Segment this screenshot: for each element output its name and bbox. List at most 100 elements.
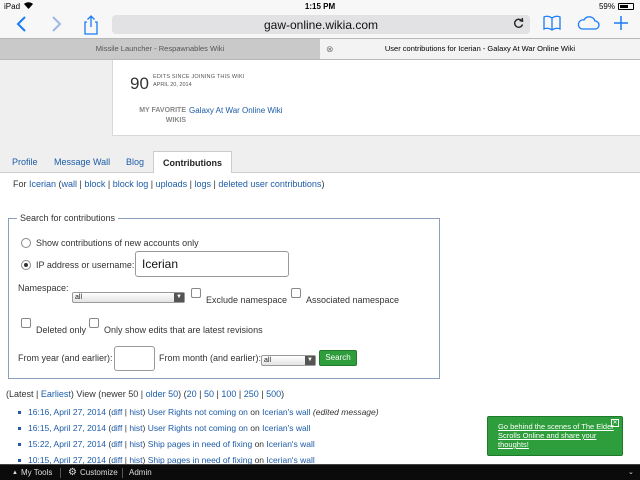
page-link[interactable]: Ship pages in need of fixing — [148, 436, 252, 452]
search-button[interactable]: Search — [319, 350, 357, 366]
list-item: 15:22, April 27, 2014 (diff | hist) Ship… — [18, 436, 379, 452]
search-contributions-form: Search for contributions Show contributi… — [8, 213, 440, 379]
wall-link[interactable]: Icerian's wall — [266, 436, 314, 452]
divider — [60, 468, 61, 478]
year-input[interactable] — [114, 346, 155, 371]
back-icon[interactable] — [10, 15, 32, 35]
associated-namespace-checkbox[interactable] — [291, 288, 301, 298]
exclude-namespace-option[interactable]: Exclude namespace — [191, 287, 287, 305]
promo-banner[interactable]: Go behind the scenes of The Elder Scroll… — [487, 416, 623, 456]
battery-icon — [618, 3, 634, 10]
clock: 1:15 PM — [304, 2, 336, 11]
edits-date: APRIL 20, 2014 — [153, 82, 192, 88]
pager-text: ) View (newer 50 | — [70, 389, 146, 399]
browser-tab-user-contributions[interactable]: ⊗ User contributions for Icerian - Galax… — [320, 39, 640, 59]
username-input[interactable]: Icerian — [135, 251, 289, 277]
bullet-icon — [18, 442, 21, 446]
diff-link[interactable]: diff — [111, 404, 122, 420]
block-link[interactable]: block — [84, 179, 105, 189]
contributions-list: 16:16, April 27, 2014 (diff | hist) User… — [18, 404, 379, 468]
associated-namespace-option[interactable]: Associated namespace — [291, 287, 399, 305]
limit-20-link[interactable]: 20 — [187, 389, 197, 399]
dropdown-arrow-icon: ▼ — [305, 356, 315, 365]
collapse-toolbar-icon[interactable]: ⌄ — [628, 468, 634, 476]
year-label: From year (and earlier): — [18, 353, 113, 363]
new-accounts-radio[interactable] — [21, 238, 31, 248]
hist-link[interactable]: hist — [129, 436, 142, 452]
divider — [122, 468, 123, 478]
wall-link[interactable]: Icerian's wall — [262, 420, 310, 436]
user-links-line: For Icerian (wall | block | block log | … — [13, 179, 325, 189]
share-icon[interactable] — [80, 15, 102, 35]
my-tools-menu[interactable]: ▲ My Tools — [12, 468, 52, 477]
profile-tabs: Profile Message Wall Blog Contributions — [0, 151, 640, 174]
page-link[interactable]: User Rights not coming on — [148, 404, 248, 420]
limit-500-link[interactable]: 500 — [266, 389, 281, 399]
month-value: all — [264, 357, 272, 364]
on-text: on — [250, 423, 260, 433]
reload-icon[interactable] — [513, 17, 524, 32]
bullet-icon — [18, 458, 21, 462]
bullet-icon — [18, 410, 21, 414]
tab-blog[interactable]: Blog — [126, 151, 144, 173]
wall-link[interactable]: wall — [62, 179, 78, 189]
close-icon[interactable]: ✕ — [611, 419, 619, 427]
cloud-tabs-icon[interactable] — [574, 15, 602, 35]
browser-tab-missile-launcher[interactable]: Missile Launcher - Respawnables Wiki — [0, 39, 320, 59]
older-50-link[interactable]: older 50 — [146, 389, 179, 399]
timestamp-link[interactable]: 16:15, April 27, 2014 — [28, 420, 106, 436]
timestamp-link[interactable]: 16:16, April 27, 2014 — [28, 404, 106, 420]
namespace-select[interactable]: all ▼ — [72, 292, 185, 303]
promo-text[interactable]: Go behind the scenes of The Elder Scroll… — [498, 422, 614, 449]
limit-250-link[interactable]: 250 — [244, 389, 259, 399]
new-accounts-option[interactable]: Show contributions of new accounts only — [21, 238, 199, 248]
favorite-wiki-link[interactable]: Galaxy At War Online Wiki — [189, 106, 283, 115]
timestamp-link[interactable]: 15:22, April 27, 2014 — [28, 436, 106, 452]
deleted-contributions-link[interactable]: deleted user contributions — [218, 179, 321, 189]
list-item: 16:16, April 27, 2014 (diff | hist) User… — [18, 404, 379, 420]
close-tab-icon[interactable]: ⊗ — [326, 39, 334, 59]
latest-only-checkbox[interactable] — [89, 318, 99, 328]
exclude-namespace-label: Exclude namespace — [206, 295, 288, 305]
customize-button[interactable]: ⚙ Customize — [68, 467, 118, 478]
admin-button[interactable]: Admin — [129, 468, 152, 477]
exclude-namespace-checkbox[interactable] — [191, 288, 201, 298]
wall-link[interactable]: Icerian's wall — [262, 404, 310, 420]
browser-tabs: Missile Launcher - Respawnables Wiki ⊗ U… — [0, 38, 640, 60]
gear-icon: ⚙ — [68, 467, 77, 478]
new-tab-icon[interactable] — [610, 15, 632, 35]
address-bar[interactable]: gaw-online.wikia.com — [112, 15, 530, 34]
deleted-only-checkbox[interactable] — [21, 318, 31, 328]
limit-50-link[interactable]: 50 — [204, 389, 214, 399]
deleted-only-option[interactable]: Deleted only — [21, 317, 86, 335]
diff-link[interactable]: diff — [111, 436, 122, 452]
limit-100-link[interactable]: 100 — [221, 389, 236, 399]
namespace-label: Namespace: — [18, 283, 69, 293]
latest-only-option[interactable]: Only show edits that are latest revision… — [89, 317, 263, 335]
month-label: From month (and earlier): — [159, 353, 262, 363]
list-item: 16:15, April 27, 2014 (diff | hist) User… — [18, 420, 379, 436]
pager-text: (Latest | — [6, 389, 41, 399]
bullet-icon — [18, 426, 21, 430]
forward-icon[interactable] — [46, 15, 68, 35]
associated-namespace-label: Associated namespace — [306, 295, 400, 305]
tab-contributions[interactable]: Contributions — [153, 151, 232, 174]
bookmarks-icon[interactable] — [541, 15, 563, 35]
ip-username-option[interactable]: IP address or username: — [21, 260, 134, 270]
page-link[interactable]: User Rights not coming on — [148, 420, 248, 436]
user-link[interactable]: Icerian — [29, 179, 56, 189]
ip-username-radio[interactable] — [21, 260, 31, 270]
diff-link[interactable]: diff — [111, 420, 122, 436]
new-accounts-label: Show contributions of new accounts only — [36, 238, 199, 248]
logs-link[interactable]: logs — [195, 179, 212, 189]
uploads-link[interactable]: uploads — [156, 179, 188, 189]
block-log-link[interactable]: block log — [113, 179, 149, 189]
month-select[interactable]: all ▼ — [261, 355, 316, 366]
battery-percent: 59% — [598, 2, 615, 11]
hist-link[interactable]: hist — [129, 404, 142, 420]
tab-title: User contributions for Icerian - Galaxy … — [384, 44, 576, 53]
tab-message-wall[interactable]: Message Wall — [54, 151, 110, 173]
tab-profile[interactable]: Profile — [12, 151, 38, 173]
hist-link[interactable]: hist — [129, 420, 142, 436]
earliest-link[interactable]: Earliest — [41, 389, 71, 399]
